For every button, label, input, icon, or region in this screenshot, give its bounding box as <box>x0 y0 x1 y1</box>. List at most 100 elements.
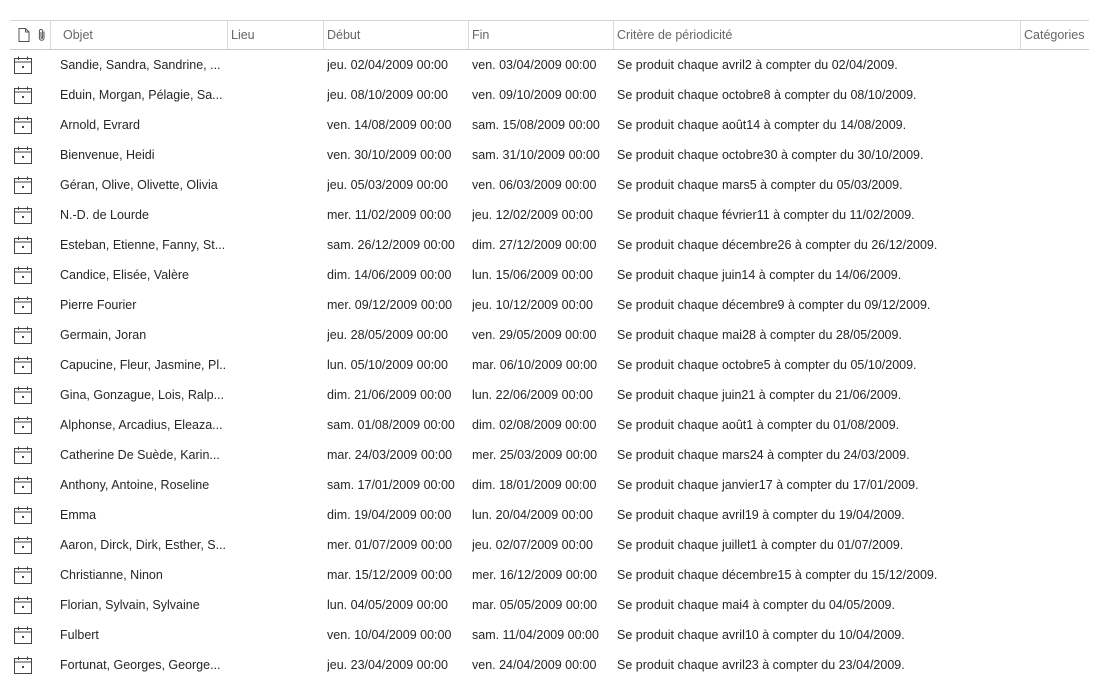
calendar-recurring-icon <box>13 56 33 75</box>
cell-objet: Aaron, Dirck, Dirk, Esther, S... <box>60 538 226 552</box>
cell-debut: jeu. 08/10/2009 00:00 <box>327 88 448 102</box>
cell-debut: dim. 19/04/2009 00:00 <box>327 508 452 522</box>
table-row[interactable]: Alphonse, Arcadius, Eleaza... sam. 01/08… <box>10 410 1089 440</box>
calendar-recurring-icon <box>13 326 33 345</box>
table-row[interactable]: Fulbert ven. 10/04/2009 00:00 sam. 11/04… <box>10 620 1089 650</box>
cell-lieu <box>230 200 322 230</box>
table-row[interactable]: Fortunat, Georges, George... jeu. 23/04/… <box>10 650 1089 680</box>
cell-debut: lun. 04/05/2009 00:00 <box>327 598 448 612</box>
cell-fin: mar. 05/05/2009 00:00 <box>472 598 598 612</box>
cell-objet: Florian, Sylvain, Sylvaine <box>60 598 200 612</box>
table-row[interactable]: Candice, Elisée, Valère dim. 14/06/2009 … <box>10 260 1089 290</box>
table-row[interactable]: Catherine De Suède, Karin... mar. 24/03/… <box>10 440 1089 470</box>
cell-critere: Se produit chaque décembre9 à compter du… <box>617 298 931 312</box>
table-row[interactable]: Sandie, Sandra, Sandrine, ... jeu. 02/04… <box>10 50 1089 80</box>
column-separator[interactable] <box>50 21 51 49</box>
column-header-debut[interactable]: Début <box>323 21 468 49</box>
table-row[interactable]: Gina, Gonzague, Lois, Ralp... dim. 21/06… <box>10 380 1089 410</box>
cell-objet: Catherine De Suède, Karin... <box>60 448 220 462</box>
paperclip-icon[interactable] <box>36 28 48 45</box>
cell-categories <box>1024 650 1088 680</box>
cell-critere: Se produit chaque avril10 à compter du 1… <box>617 628 905 642</box>
cell-categories <box>1024 500 1088 530</box>
cell-critere: Se produit chaque mars24 à compter du 24… <box>617 448 910 462</box>
calendar-recurring-icon <box>13 386 33 405</box>
cell-fin: mer. 16/12/2009 00:00 <box>472 568 598 582</box>
cell-debut: sam. 17/01/2009 00:00 <box>327 478 455 492</box>
cell-fin: lun. 15/06/2009 00:00 <box>472 268 593 282</box>
cell-debut: ven. 14/08/2009 00:00 <box>327 118 452 132</box>
cell-fin: lun. 20/04/2009 00:00 <box>472 508 593 522</box>
table-row[interactable]: Anthony, Antoine, Roseline sam. 17/01/20… <box>10 470 1089 500</box>
cell-critere: Se produit chaque juin21 à compter du 21… <box>617 388 902 402</box>
cell-critere: Se produit chaque avril23 à compter du 2… <box>617 658 905 672</box>
calendar-recurring-icon <box>13 416 33 435</box>
cell-objet: N.-D. de Lourde <box>60 208 149 222</box>
table-row[interactable]: Pierre Fourier mer. 09/12/2009 00:00 jeu… <box>10 290 1089 320</box>
column-header-categories[interactable]: Catégories <box>1020 21 1089 49</box>
appointment-list-view: Objet Lieu Début Fin Critère de périodic… <box>0 0 1101 681</box>
table-row[interactable]: Géran, Olive, Olivette, Olivia jeu. 05/0… <box>10 170 1089 200</box>
table-row[interactable]: Arnold, Evrard ven. 14/08/2009 00:00 sam… <box>10 110 1089 140</box>
cell-categories <box>1024 230 1088 260</box>
cell-categories <box>1024 470 1088 500</box>
table-row[interactable]: Esteban, Etienne, Fanny, St... sam. 26/1… <box>10 230 1089 260</box>
cell-lieu <box>230 650 322 680</box>
table-row[interactable]: Capucine, Fleur, Jasmine, Pl... lun. 05/… <box>10 350 1089 380</box>
column-header-bar: Objet Lieu Début Fin Critère de périodic… <box>10 21 1089 50</box>
cell-debut: lun. 05/10/2009 00:00 <box>327 358 448 372</box>
column-header-critere[interactable]: Critère de périodicité <box>613 21 1021 49</box>
cell-categories <box>1024 200 1088 230</box>
table-row[interactable]: Bienvenue, Heidi ven. 30/10/2009 00:00 s… <box>10 140 1089 170</box>
table-row[interactable]: Germain, Joran jeu. 28/05/2009 00:00 ven… <box>10 320 1089 350</box>
cell-objet: Christianne, Ninon <box>60 568 163 582</box>
cell-categories <box>1024 290 1088 320</box>
table-row[interactable]: Florian, Sylvain, Sylvaine lun. 04/05/20… <box>10 590 1089 620</box>
cell-critere: Se produit chaque avril19 à compter du 1… <box>617 508 905 522</box>
calendar-recurring-icon <box>13 656 33 675</box>
calendar-recurring-icon <box>13 506 33 525</box>
appointment-rows: Sandie, Sandra, Sandrine, ... jeu. 02/04… <box>10 50 1089 680</box>
cell-debut: ven. 30/10/2009 00:00 <box>327 148 452 162</box>
cell-categories <box>1024 50 1088 80</box>
cell-lieu <box>230 230 322 260</box>
cell-lieu <box>230 380 322 410</box>
cell-debut: mer. 11/02/2009 00:00 <box>327 208 452 222</box>
cell-debut: jeu. 23/04/2009 00:00 <box>327 658 448 672</box>
cell-objet: Germain, Joran <box>60 328 147 342</box>
cell-lieu <box>230 440 322 470</box>
calendar-recurring-icon <box>13 626 33 645</box>
cell-debut: mar. 24/03/2009 00:00 <box>327 448 453 462</box>
document-icon[interactable] <box>18 28 30 45</box>
cell-lieu <box>230 500 322 530</box>
calendar-recurring-icon <box>13 86 33 105</box>
cell-objet: Bienvenue, Heidi <box>60 148 155 162</box>
table-row[interactable]: Eduin, Morgan, Pélagie, Sa... jeu. 08/10… <box>10 80 1089 110</box>
calendar-recurring-icon <box>13 476 33 495</box>
cell-debut: jeu. 02/04/2009 00:00 <box>327 58 448 72</box>
table-row[interactable]: Emma dim. 19/04/2009 00:00 lun. 20/04/20… <box>10 500 1089 530</box>
cell-fin: lun. 22/06/2009 00:00 <box>472 388 593 402</box>
cell-lieu <box>230 320 322 350</box>
cell-fin: ven. 03/04/2009 00:00 <box>472 58 597 72</box>
cell-debut: jeu. 05/03/2009 00:00 <box>327 178 448 192</box>
cell-categories <box>1024 110 1088 140</box>
cell-debut: jeu. 28/05/2009 00:00 <box>327 328 448 342</box>
cell-critere: Se produit chaque décembre26 à compter d… <box>617 238 938 252</box>
column-header-lieu[interactable]: Lieu <box>227 21 323 49</box>
cell-categories <box>1024 80 1088 110</box>
cell-critere: Se produit chaque février11 à compter du… <box>617 208 915 222</box>
table-row[interactable]: Christianne, Ninon mar. 15/12/2009 00:00… <box>10 560 1089 590</box>
cell-lieu <box>230 620 322 650</box>
table-row[interactable]: Aaron, Dirck, Dirk, Esther, S... mer. 01… <box>10 530 1089 560</box>
cell-objet: Candice, Elisée, Valère <box>60 268 190 282</box>
vertical-scroll-area[interactable] <box>1091 20 1101 681</box>
table-row[interactable]: N.-D. de Lourde mer. 11/02/2009 00:00 je… <box>10 200 1089 230</box>
calendar-recurring-icon <box>13 206 33 225</box>
cell-lieu <box>230 410 322 440</box>
cell-debut: mer. 09/12/2009 00:00 <box>327 298 453 312</box>
column-header-objet[interactable]: Objet <box>59 21 227 49</box>
column-header-fin[interactable]: Fin <box>468 21 613 49</box>
cell-categories <box>1024 380 1088 410</box>
cell-debut: sam. 01/08/2009 00:00 <box>327 418 455 432</box>
